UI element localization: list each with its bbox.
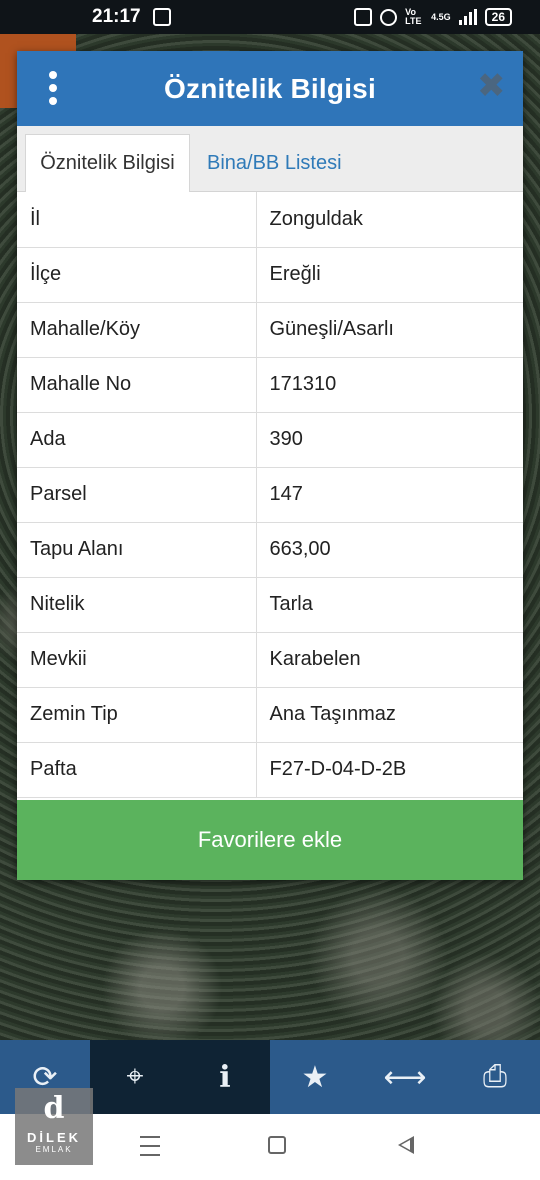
favorites-button[interactable]: ★	[270, 1040, 360, 1114]
measure-icon: ⟷	[383, 1060, 427, 1094]
attribute-value: 147	[256, 467, 523, 523]
attribute-key: Mahalle No	[17, 357, 257, 413]
agency-logo: d DİLEK EMLAK	[15, 1088, 93, 1165]
attribute-value: 171310	[256, 357, 523, 413]
tab-bar: Öznitelik Bilgisi Bina/BB Listesi	[17, 126, 523, 192]
table-row: Tapu Alanı 663,00	[17, 522, 523, 578]
table-row: Ada 390	[17, 412, 523, 468]
locate-button[interactable]: ⌖	[90, 1040, 180, 1114]
attribute-value: 663,00	[256, 522, 523, 578]
attribute-value: Tarla	[256, 577, 523, 633]
tab-attribute-info[interactable]: Öznitelik Bilgisi	[25, 134, 190, 192]
tab-building-list[interactable]: Bina/BB Listesi	[207, 134, 342, 192]
locate-icon: ⌖	[126, 1060, 144, 1093]
info-icon: i	[219, 1059, 231, 1095]
attribute-key: Pafta	[17, 742, 257, 798]
attribute-value: Güneşli/Asarlı	[256, 302, 523, 358]
star-icon: ★	[301, 1060, 329, 1094]
logo-mark: d	[43, 1091, 65, 1126]
table-row: Mevkii Karabelen	[17, 632, 523, 688]
table-row: Mahalle No 171310	[17, 357, 523, 413]
close-icon[interactable]: ✖	[477, 69, 506, 103]
dialog-header: Öznitelik Bilgisi ✖	[17, 51, 523, 126]
menu-icon[interactable]	[45, 71, 61, 105]
nfc-icon	[354, 8, 373, 26]
battery-icon: 26	[484, 8, 512, 26]
recent-apps-icon[interactable]	[140, 1136, 160, 1156]
table-row: Nitelik Tarla	[17, 577, 523, 633]
attribute-key: Nitelik	[17, 577, 257, 633]
signal-icon	[458, 9, 477, 25]
table-row: İl Zonguldak	[17, 192, 523, 248]
attribute-key: İlçe	[17, 247, 257, 303]
attribute-key: Mevkii	[17, 632, 257, 688]
attribute-key: Mahalle/Köy	[17, 302, 257, 358]
back-icon-inner	[401, 1140, 410, 1150]
notification-icon	[152, 8, 171, 26]
volte-label: Vo LTE	[405, 7, 422, 26]
status-bar: 21:17 Vo LTE 4.5G 26	[0, 0, 540, 34]
table-row: Zemin Tip Ana Taşınmaz	[17, 687, 523, 743]
add-favorite-button[interactable]: Favorilere ekle	[17, 800, 523, 880]
attribute-value: Ereğli	[256, 247, 523, 303]
attribute-value: Karabelen	[256, 632, 523, 688]
attribute-value: Zonguldak	[256, 192, 523, 248]
alarm-icon	[380, 8, 398, 26]
attribute-key: Ada	[17, 412, 257, 468]
network-type: 4.5G	[431, 12, 451, 22]
measure-button[interactable]: ⟷	[360, 1040, 450, 1114]
logo-name: DİLEK	[27, 1130, 81, 1145]
home-icon[interactable]	[268, 1136, 286, 1154]
logo-sub: EMLAK	[35, 1145, 73, 1154]
attribute-key: Tapu Alanı	[17, 522, 257, 578]
table-row: İlçe Ereğli	[17, 247, 523, 303]
table-row: Parsel 147	[17, 467, 523, 523]
print-button[interactable]: ⎙	[450, 1040, 540, 1114]
attribute-value: 390	[256, 412, 523, 468]
info-button[interactable]: i	[180, 1040, 270, 1114]
table-row: Pafta F27-D-04-D-2B	[17, 742, 523, 798]
dialog-title: Öznitelik Bilgisi	[164, 72, 376, 104]
print-icon: ⎙	[483, 1060, 507, 1093]
attribute-value: Ana Taşınmaz	[256, 687, 523, 743]
attribute-key: Parsel	[17, 467, 257, 523]
table-row: Mahalle/Köy Güneşli/Asarlı	[17, 302, 523, 358]
attribute-key: İl	[17, 192, 257, 248]
attribute-key: Zemin Tip	[17, 687, 257, 743]
clock: 21:17	[92, 6, 141, 27]
attribute-dialog: Öznitelik Bilgisi ✖ Öznitelik Bilgisi Bi…	[17, 51, 523, 880]
attribute-table: İl Zonguldak İlçe Ereğli Mahalle/Köy Güneşli/…	[17, 192, 523, 798]
attribute-value: F27-D-04-D-2B	[256, 742, 523, 798]
